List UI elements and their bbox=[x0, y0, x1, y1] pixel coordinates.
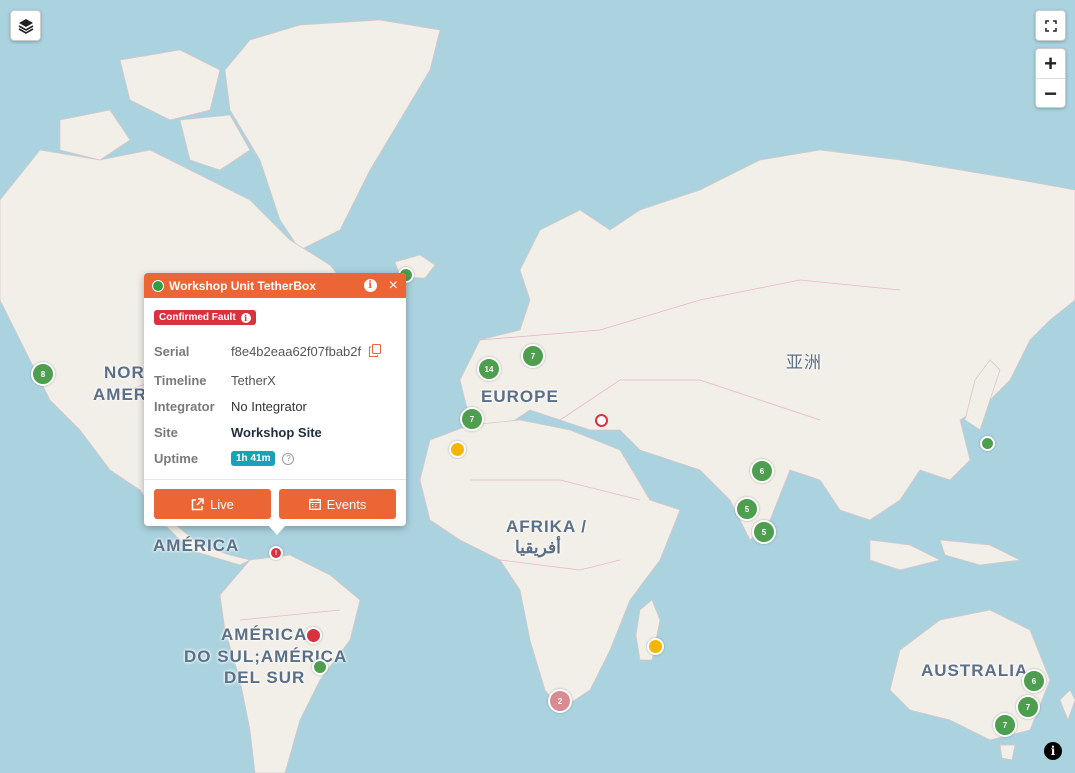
cluster-marker[interactable]: 7 bbox=[460, 407, 484, 431]
divider bbox=[144, 479, 406, 480]
popup-header: Workshop Unit TetherBox i × bbox=[144, 273, 406, 298]
fault-badge: Confirmed Fault i bbox=[154, 310, 256, 325]
device-marker-alert[interactable]: ! bbox=[269, 546, 283, 560]
popup-title: Workshop Unit TetherBox bbox=[169, 278, 316, 293]
field-label: Uptime bbox=[154, 451, 199, 466]
cluster-marker[interactable]: 14 bbox=[477, 357, 501, 381]
layers-button[interactable] bbox=[10, 10, 41, 41]
cluster-marker[interactable]: 5 bbox=[735, 497, 759, 521]
device-marker[interactable] bbox=[980, 436, 995, 451]
cluster-marker[interactable]: 2 bbox=[548, 689, 572, 713]
zoom-in-button[interactable]: + bbox=[1036, 49, 1065, 78]
integrator-value: No Integrator bbox=[231, 399, 307, 414]
region-label-south-america-3: DEL SUR bbox=[224, 668, 306, 687]
device-marker-fault-outline[interactable] bbox=[595, 414, 608, 427]
help-icon[interactable]: ? bbox=[282, 452, 295, 465]
device-popup: Workshop Unit TetherBox i × Confirmed Fa… bbox=[144, 273, 406, 526]
close-icon[interactable]: × bbox=[389, 277, 398, 295]
world-map[interactable]: NORTH AMERICA AMÉRICA EUROPE 亚洲 AFRIKA /… bbox=[0, 0, 1075, 773]
attribution-info-icon[interactable]: i bbox=[1044, 742, 1062, 760]
device-marker-warning[interactable] bbox=[449, 441, 466, 458]
device-marker-warning[interactable] bbox=[647, 638, 664, 655]
serial-row: Serial f8e4b2eaa62f07fbab2f bbox=[154, 344, 382, 360]
live-button[interactable]: Live bbox=[154, 489, 271, 519]
cluster-marker[interactable]: 7 bbox=[1016, 695, 1040, 719]
cluster-marker[interactable]: 6 bbox=[750, 459, 774, 483]
field-label: Timeline bbox=[154, 373, 207, 388]
uptime-row: Uptime 1h 41m ? bbox=[154, 451, 295, 466]
cluster-marker[interactable]: 6 bbox=[1022, 669, 1046, 693]
device-marker[interactable] bbox=[312, 659, 328, 675]
calendar-icon bbox=[308, 498, 321, 510]
zoom-control: + − bbox=[1035, 48, 1066, 108]
region-label-africa: AFRIKA / bbox=[506, 517, 588, 536]
external-link-icon bbox=[191, 497, 204, 510]
timeline-row: Timeline TetherX bbox=[154, 373, 276, 388]
field-label: Site bbox=[154, 425, 178, 440]
region-label-asia: 亚洲 bbox=[786, 353, 822, 372]
device-marker-fault[interactable] bbox=[305, 627, 322, 644]
status-dot bbox=[152, 279, 164, 292]
region-label-south-america-1: AMÉRICA bbox=[221, 625, 308, 644]
serial-value: f8e4b2eaa62f07fbab2f bbox=[231, 344, 362, 359]
info-icon[interactable]: i bbox=[363, 279, 377, 292]
info-icon[interactable]: i bbox=[240, 312, 251, 323]
fullscreen-icon bbox=[1044, 19, 1057, 32]
events-button[interactable]: Events bbox=[279, 489, 396, 519]
cluster-marker[interactable]: 7 bbox=[521, 344, 545, 368]
cluster-marker[interactable]: 5 bbox=[752, 520, 776, 544]
layers-icon bbox=[18, 18, 33, 34]
cluster-marker[interactable]: 8 bbox=[31, 362, 55, 386]
copy-icon[interactable] bbox=[369, 344, 382, 360]
region-label-europe: EUROPE bbox=[481, 387, 559, 406]
site-row: Site Workshop Site bbox=[154, 425, 322, 440]
region-label-australia: AUSTRALIA bbox=[921, 661, 1029, 680]
uptime-badge: 1h 41m bbox=[231, 451, 276, 466]
fullscreen-button[interactable] bbox=[1035, 10, 1066, 41]
region-label-central-america: AMÉRICA bbox=[153, 536, 240, 555]
field-label: Integrator bbox=[154, 399, 215, 414]
site-value[interactable]: Workshop Site bbox=[231, 425, 322, 440]
zoom-out-button[interactable]: − bbox=[1036, 78, 1065, 108]
timeline-value: TetherX bbox=[231, 373, 276, 388]
integrator-row: Integrator No Integrator bbox=[154, 399, 307, 414]
cluster-marker[interactable]: 7 bbox=[993, 713, 1017, 737]
region-label-africa-arabic: أفريقيا bbox=[515, 538, 561, 557]
field-label: Serial bbox=[154, 344, 190, 359]
popup-tip bbox=[268, 525, 286, 535]
